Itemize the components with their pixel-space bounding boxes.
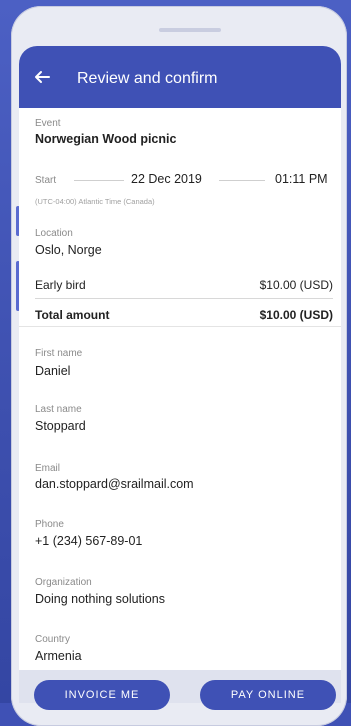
total-row: Total amount $10.00 (USD) — [35, 308, 333, 322]
last-name-value: Stoppard — [35, 419, 86, 433]
email-label: Email — [35, 463, 61, 474]
page-title: Review and confirm — [77, 70, 218, 87]
country-value: Armenia — [35, 649, 82, 663]
first-name-value: Daniel — [35, 364, 71, 378]
location-label: Location — [35, 228, 73, 239]
country-label: Country — [35, 634, 71, 645]
start-label: Start — [35, 175, 57, 186]
start-date: 22 Dec 2019 — [131, 172, 202, 186]
start-time: 01:11 PM — [275, 172, 328, 186]
email-value: dan.stoppard@srailmail.com — [35, 477, 194, 491]
timezone-text: (UTC-04:00) Atlantic Time (Canada) — [35, 197, 155, 206]
organization-value: Doing nothing solutions — [35, 592, 165, 606]
location-value: Oslo, Norge — [35, 243, 102, 257]
start-divider — [74, 180, 124, 181]
invoice-me-button[interactable]: INVOICE ME — [34, 680, 170, 710]
first-name-label: First name — [35, 348, 83, 359]
total-label: Total amount — [35, 308, 110, 322]
app-bar: Review and confirm — [19, 46, 341, 108]
start-divider — [219, 180, 265, 181]
phone-speaker — [159, 28, 221, 32]
organization-label: Organization — [35, 577, 92, 588]
ticket-divider — [35, 298, 333, 299]
event-label: Event — [35, 118, 61, 129]
last-name-label: Last name — [35, 404, 82, 415]
event-name: Norwegian Wood picnic — [35, 132, 177, 146]
section-divider — [19, 326, 341, 327]
ticket-name: Early bird — [35, 278, 86, 292]
app-screen: Review and confirm Event Norwegian Wood … — [19, 46, 341, 703]
pay-online-button[interactable]: PAY ONLINE — [200, 680, 336, 710]
back-arrow-icon[interactable] — [33, 68, 51, 86]
ticket-row: Early bird $10.00 (USD) — [35, 278, 333, 292]
phone-value: +1 (234) 567-89-01 — [35, 534, 143, 548]
ticket-price: $10.00 (USD) — [259, 278, 333, 292]
phone-label: Phone — [35, 519, 64, 530]
total-value: $10.00 (USD) — [259, 308, 333, 322]
